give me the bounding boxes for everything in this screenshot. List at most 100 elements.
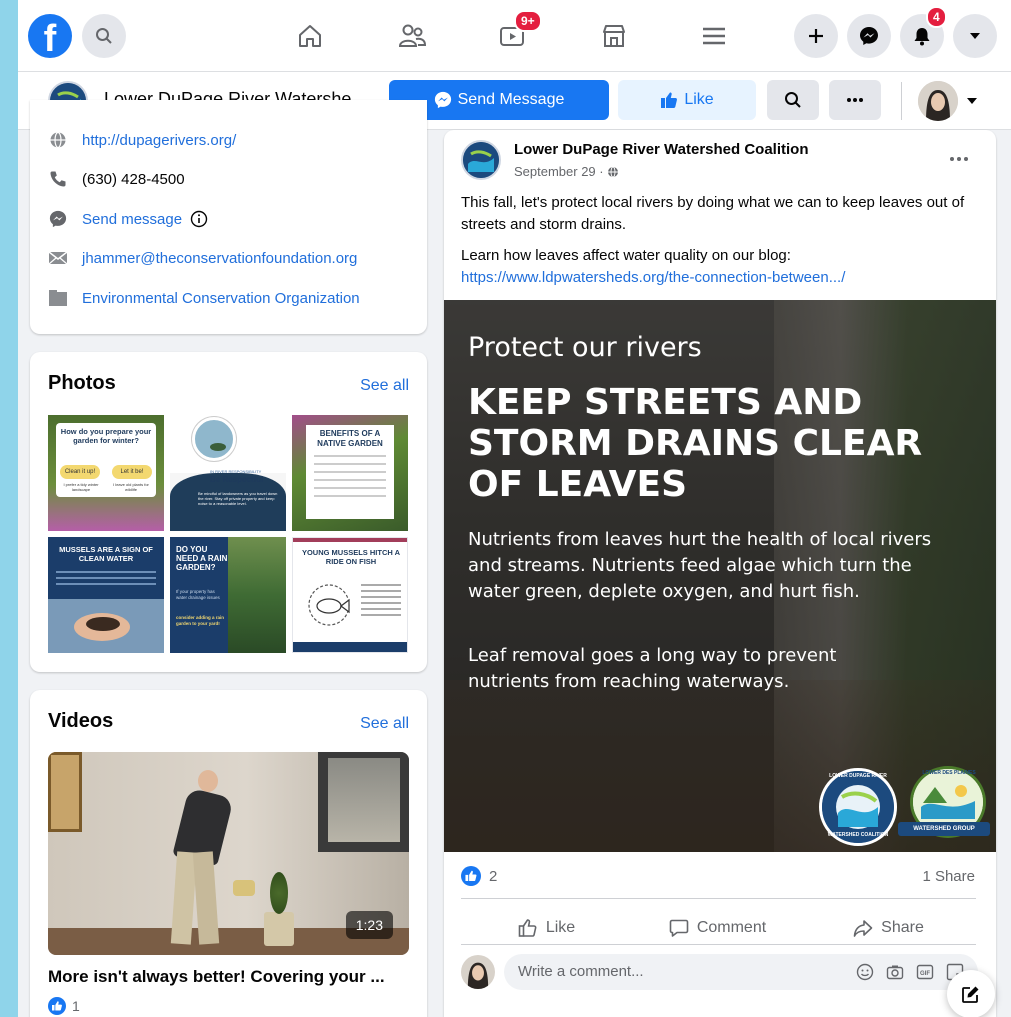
video-duration: 1:23 [345,911,393,939]
like-page-label: Like [684,91,714,108]
app: f 9+ 4 Lower DuPage River Watershe... Se… [18,0,1011,1017]
post-image[interactable]: Protect our rivers KEEP STREETS AND STOR… [444,300,996,852]
messenger-icon [434,91,451,109]
account-menu-button[interactable] [953,14,997,58]
videos-title: Videos [48,710,114,732]
image-headline-line: OF LEAVES [468,464,688,505]
photo-thumbnail[interactable]: YOUNG MUSSELS HITCH A RIDE ON FISH [292,537,408,653]
profile-switcher-avatar[interactable] [918,81,958,121]
nav-menu[interactable] [694,16,734,56]
gif-icon[interactable]: GIF [916,963,934,981]
like-label: Like [545,919,576,936]
post-meta: September 29 · [514,164,619,179]
messenger-button[interactable] [847,14,891,58]
photo-bottom-stripe [293,642,407,652]
photo-thumbnail[interactable]: DO YOU NEED A RAIN GARDEN? If your prope… [170,537,286,653]
nav-watch[interactable]: 9+ [492,10,542,56]
comment-input[interactable]: Write a comment... GIF [504,954,978,990]
more-horizontal-icon[interactable] [949,156,969,162]
photo-thumbnail[interactable]: BENEFITS OF A NATIVE GARDEN [292,415,408,531]
nav-friends[interactable] [392,16,432,56]
photo-text-lines [56,571,156,573]
post-reactions-summary[interactable]: 2 [461,866,497,886]
share-count[interactable]: 1 Share [922,868,975,885]
photo-title: MUSSELS ARE A SIGN OF CLEAN WATER [59,545,153,563]
facebook-logo[interactable]: f [28,14,72,58]
send-message-label: Send Message [457,91,565,108]
post-date[interactable]: September 29 · [514,164,604,179]
person-head [198,770,218,792]
plus-icon [809,29,823,43]
fish-illustration-icon [308,584,350,626]
video-reactions[interactable]: 1 [48,997,80,1015]
emoji-icon[interactable] [856,963,874,981]
notifications-button[interactable]: 4 [900,6,947,58]
post-comment-button[interactable]: Comment [632,910,803,946]
videos-card: Videos See all 1:23 More isn't always be… [30,690,427,1017]
category-link[interactable]: Environmental Conservation Organization [82,290,360,307]
divider [901,82,902,120]
post-author-avatar[interactable] [461,140,501,180]
home-icon [299,25,321,47]
videos-see-all-link[interactable]: See all [360,715,409,733]
search-button[interactable] [82,14,126,58]
new-message-button[interactable] [947,970,995,1017]
lower-des-plaines-top-text: LOWER DES PLAINES [922,770,976,776]
share-label: Share [881,919,924,936]
divider [461,898,976,899]
phone-row: (630) 428-4500 [48,169,185,189]
post-link[interactable]: https://www.ldpwatersheds.org/the-connec… [461,267,976,289]
photo-thumbnail[interactable]: MUSSELS ARE A SIGN OF CLEAN WATER [48,537,164,653]
user-avatar-icon [461,955,495,989]
comment-icon [669,919,689,937]
page-logo-icon [463,142,499,178]
commenter-avatar[interactable] [461,955,495,989]
ldp-logo-top-text: LOWER DUPAGE RIVER [829,773,887,779]
category-row: Environmental Conservation Organization [48,288,360,308]
info-icon[interactable] [190,210,208,228]
page-more-button[interactable] [829,80,881,120]
photo-title: How do you prepare your garden for winte… [60,427,152,445]
post-share-button[interactable]: Share [803,910,974,946]
canoe-shape [210,443,226,451]
like-page-button[interactable]: Like [618,80,756,120]
friends-icon [398,24,427,47]
email-link[interactable]: jhammer@theconservationfoundation.org [82,250,357,267]
photo-caption: consider adding a rain garden to your ya… [176,615,225,626]
post-card: Lower DuPage River Watershed Coalition S… [444,130,996,1017]
photo-thumbnail[interactable]: IN RIVER RESPONSIBILITY Be Respectful Be… [170,415,286,531]
send-message-link[interactable]: Send message [82,211,182,228]
page-search-button[interactable] [767,80,819,120]
image-body-text: Leaf removal goes a long way to prevent … [468,645,837,692]
comment-label: Comment [696,919,767,936]
post-body-text: Learn how leaves affect water quality on… [461,247,791,264]
nav-marketplace[interactable] [594,16,634,56]
create-button[interactable] [794,14,838,58]
compose-icon [962,986,979,1003]
mussel-shape [86,617,120,631]
messenger-icon [860,27,878,45]
video-like-count: 1 [72,998,80,1014]
photo-top-stripe [293,538,407,542]
video-thumbnail[interactable]: 1:23 [48,752,409,955]
caret-down-icon[interactable] [966,95,978,107]
nav-home[interactable] [290,16,330,56]
photo-text-lines [361,584,401,586]
photos-see-all-link[interactable]: See all [360,377,409,395]
website-link[interactable]: http://dupagerivers.org/ [82,132,236,149]
photos-title: Photos [48,372,116,394]
photo-title: DO YOU NEED A RAIN GARDEN? [176,545,228,572]
window-view [328,758,400,842]
plant-pot [264,912,294,946]
caret-down-icon [970,33,980,39]
photos-card: Photos See all How do you prepare your g… [30,352,427,672]
photo-caption: Be mindful of landowners as you travel d… [198,491,278,506]
post-like-button[interactable]: Like [461,910,632,946]
photo-chip: Let it be! [112,465,152,479]
photo-thumbnail[interactable]: How do you prepare your garden for winte… [48,415,164,531]
camera-icon[interactable] [886,963,904,981]
comment-placeholder: Write a comment... [518,963,644,980]
like-reaction-icon [48,997,66,1015]
video-caption[interactable]: More isn't always better! Covering your … [48,967,409,987]
post-author-name[interactable]: Lower DuPage River Watershed Coalition [514,141,809,158]
